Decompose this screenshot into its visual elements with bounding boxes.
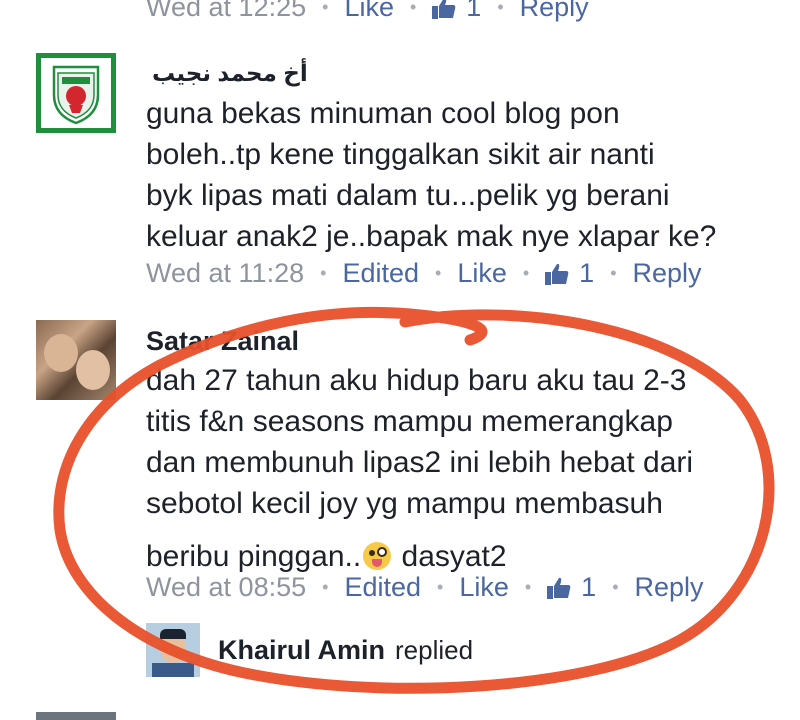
edited-label[interactable]: Edited [342, 258, 419, 289]
separator-dot: • [437, 577, 444, 597]
reply-button[interactable]: Reply [633, 258, 702, 289]
separator-dot: • [409, 0, 417, 17]
avatar[interactable] [36, 320, 116, 400]
reply-button[interactable]: Reply [520, 0, 589, 23]
avatar-photo-face [44, 334, 78, 372]
avatar [146, 623, 200, 677]
like-count[interactable]: 1 [547, 572, 596, 603]
separator-dot: • [522, 263, 530, 283]
avatar-photo-face [76, 350, 110, 390]
separator-dot: • [497, 0, 504, 17]
comment-text-line: dah 27 tahun aku hidup baru aku tau 2-3 [146, 364, 687, 397]
comment-author-name[interactable]: أخ محمد نجيب [152, 60, 308, 87]
like-button[interactable]: Like [344, 0, 394, 23]
like-button[interactable]: Like [459, 572, 509, 603]
like-button[interactable]: Like [457, 258, 507, 289]
edited-label[interactable]: Edited [344, 572, 421, 603]
thumbs-up-icon [545, 263, 569, 285]
comment-text: guna bekas minuman cool blog pon boleh..… [146, 93, 786, 257]
avatar-photo-cap [160, 629, 186, 639]
comment-text-line: sebotol kecil joy yg mampu membasuh [146, 487, 663, 520]
separator-dot: • [524, 577, 532, 597]
avatar-photo-shirt [152, 663, 194, 677]
avatar[interactable] [36, 712, 116, 720]
reply-preview-row[interactable]: Khairul Amin replied [146, 622, 473, 678]
comment-text-line: keluar anak2 je..bapak mak nye xlapar ke… [146, 220, 717, 253]
like-count[interactable]: 1 [432, 0, 481, 23]
comment-meta-row: Wed at 11:28 • Edited • Like • 1 • Reply [146, 258, 702, 289]
thumbs-up-icon [547, 577, 571, 599]
reply-button[interactable]: Reply [635, 572, 704, 603]
comment-text: dah 27 tahun aku hidup baru aku tau 2-3 … [146, 360, 786, 577]
club-crest-logo [41, 58, 111, 128]
comment-text-line: boleh..tp kene tinggalkan sikit air nant… [146, 138, 655, 171]
comment-timestamp: Wed at 11:28 [146, 258, 305, 288]
avatar[interactable] [36, 53, 116, 133]
crazy-face-emoji-icon [363, 542, 392, 570]
separator-dot: • [320, 263, 327, 283]
separator-dot: • [322, 577, 329, 597]
comment-meta-row: Wed at 12:25 • Like • 1 • Reply [146, 0, 589, 23]
separator-dot: • [612, 577, 619, 597]
comment-author-name[interactable]: Satar Zainal [146, 326, 299, 357]
separator-dot: • [322, 0, 329, 17]
reply-author-name[interactable]: Khairul Amin [218, 635, 385, 666]
separator-dot: • [435, 263, 442, 283]
comment-text-line: guna bekas minuman cool blog pon [146, 97, 620, 130]
thumbs-up-icon [432, 0, 456, 19]
comment-text-line: beribu pinggan.. dasyat2 [146, 540, 507, 573]
reply-action-text: replied [395, 634, 474, 665]
separator-dot: • [610, 263, 617, 283]
comment-text-line: byk lipas mati dalam tu...pelik yg beran… [146, 179, 670, 212]
comment-timestamp: Wed at 08:55 [146, 572, 307, 602]
comment-text-line: titis f&n seasons mampu memerangkap [146, 405, 673, 438]
comment-meta-row: Wed at 08:55 • Edited • Like • 1 • Reply [146, 572, 704, 603]
like-count[interactable]: 1 [545, 258, 594, 289]
comment-timestamp: Wed at 12:25 [146, 0, 307, 22]
comment-text-line: dan membunuh lipas2 ini lebih hebat dari [146, 446, 694, 479]
